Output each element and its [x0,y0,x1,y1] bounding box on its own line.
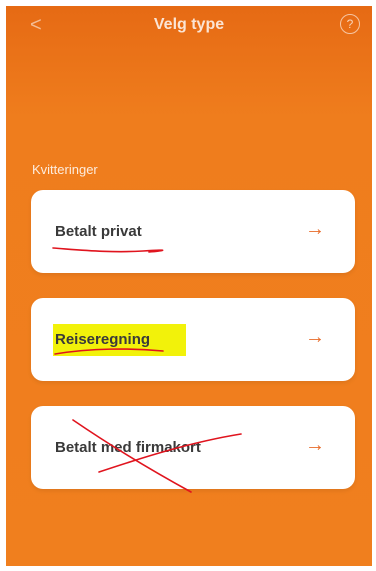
page-title: Velg type [153,16,225,33]
section-label: Kvitteringer [32,162,98,177]
app-screen: < Velg type ? Kvitteringer Betalt privat… [6,6,372,566]
help-circle-icon: ? [346,17,354,31]
arrow-right-icon: → [305,218,325,240]
arrow-right-icon: → [305,326,325,348]
option-betalt-med-firmakort[interactable]: Betalt med firmakort → [31,406,355,493]
option-reiseregning[interactable]: Reiseregning → [31,298,355,381]
arrow-right-icon: → [305,434,325,456]
help-button[interactable]: ? [340,14,360,34]
option-label: Betalt med firmakort [55,439,201,456]
option-label: Reiseregning [55,331,151,348]
option-betalt-privat[interactable]: Betalt privat → [31,190,355,273]
option-label: Betalt privat [55,223,142,240]
header-bar: < Velg type ? [6,6,372,46]
